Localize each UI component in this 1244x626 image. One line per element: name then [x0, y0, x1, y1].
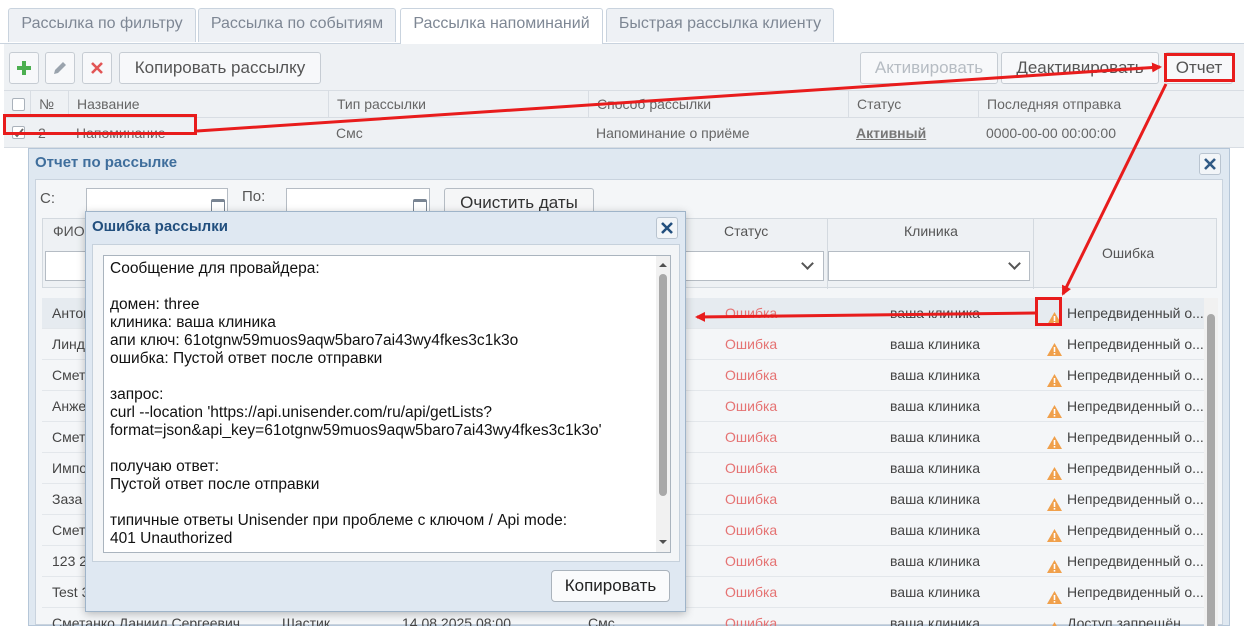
annotation-arrows: [196, 62, 1168, 322]
arrow-icon-to-dialog: [695, 311, 1036, 322]
arrow-report-to-icon: [1061, 83, 1168, 296]
arrow-row-to-report: [196, 62, 1162, 133]
